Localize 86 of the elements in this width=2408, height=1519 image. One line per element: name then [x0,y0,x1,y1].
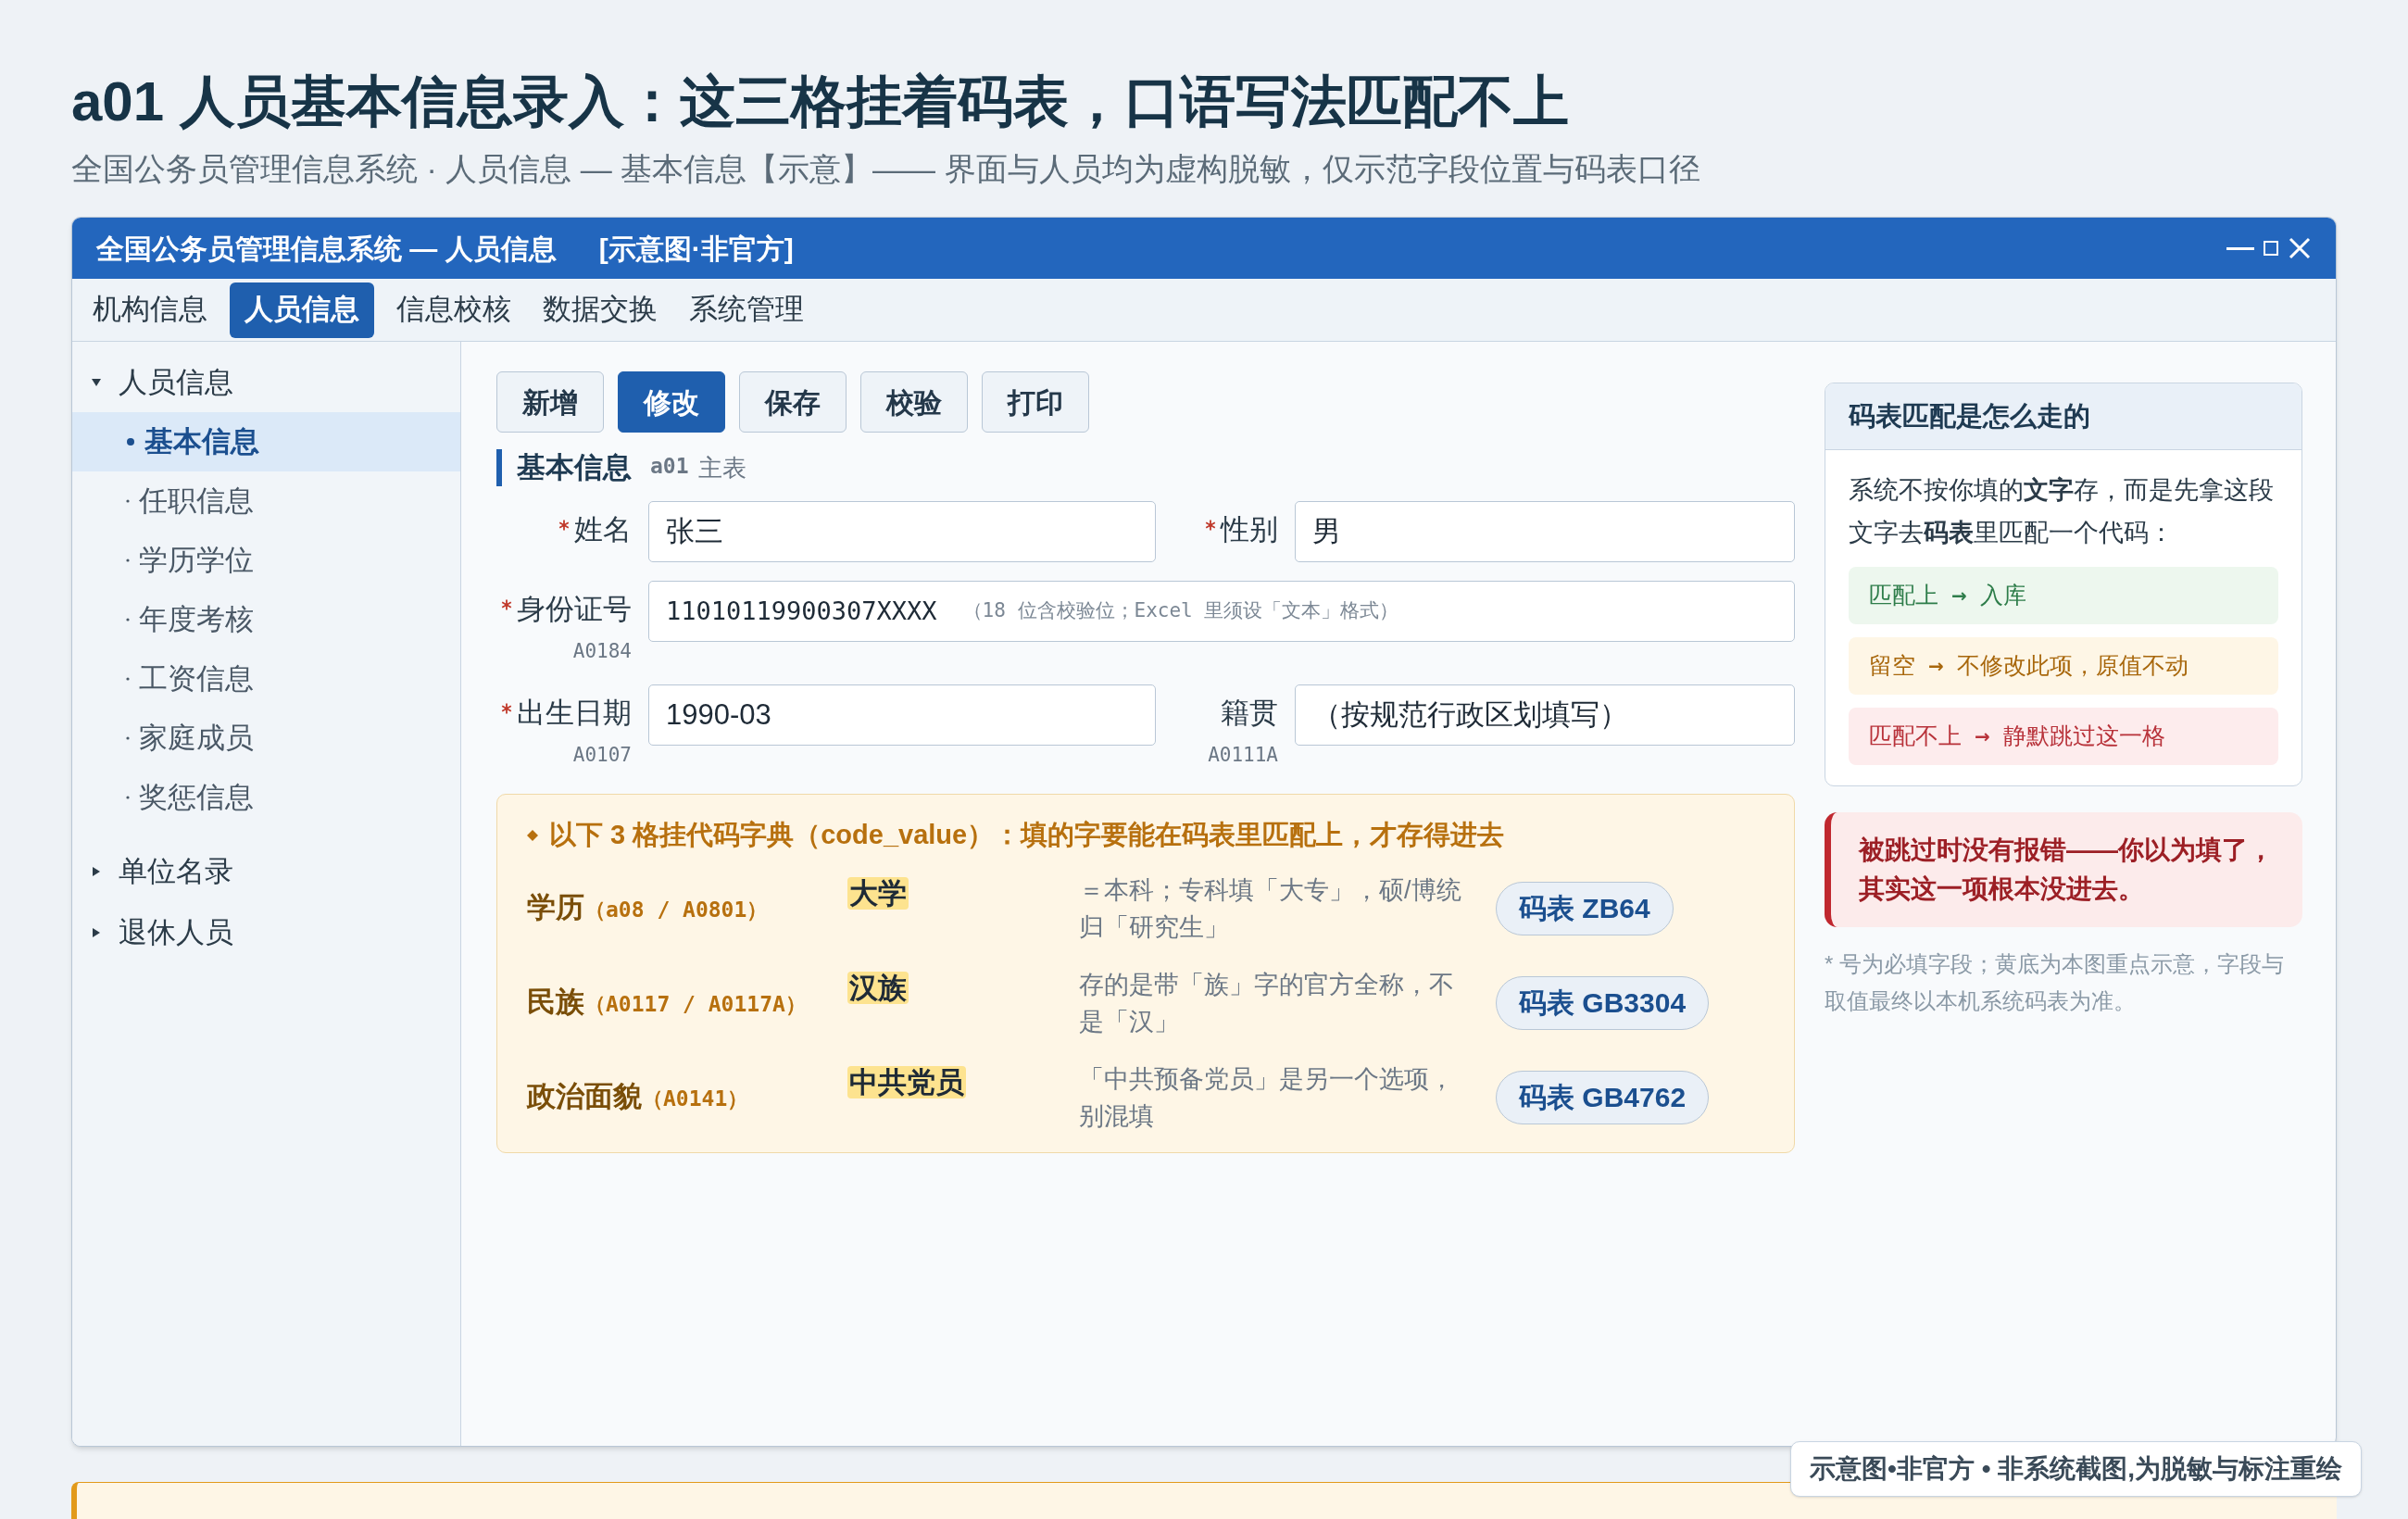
bullet-icon [126,677,130,682]
toolbar-button[interactable]: 打印 [982,371,1089,433]
code-field-id: （A0141） [642,1086,749,1113]
card-title: 码表匹配是怎么走的 [1849,399,2090,433]
code-table-tag: 码表 ZB64 [1496,881,1674,935]
nav-tab[interactable]: 人员信息 [230,282,374,338]
field-label: 籍贯 [1221,696,1278,732]
field-hint: （18 位含校验位；Excel 里须设「文本」格式） [962,598,1399,624]
input-field[interactable]: 张三 [648,501,1156,563]
code-field-label: 学历 [527,890,584,926]
bullet-icon [126,796,130,800]
close-icon[interactable] [2288,236,2312,261]
bullet-icon [126,499,130,504]
field-code: A0184 [572,638,632,664]
toolbar-button[interactable]: 校验 [860,371,968,433]
page-subtitle: 全国公务员管理信息系统 · 人员信息 — 基本信息【示意】—— 界面与人员均为虚构脱敏，仅示范字段位置与码表口径 [71,150,1701,188]
field-code: A0111A [1208,742,1278,768]
flow-result: 入库 [1979,582,2026,610]
tree-label: 退休人员 [119,914,233,950]
code-value: 中共党员 [847,1065,966,1098]
collapsed-caret-icon[interactable] [91,927,102,939]
field-label: 性别 [1221,512,1278,548]
flow-source: 留空 [1869,652,1915,681]
section-note: 主表 [697,453,746,483]
code-note: ＝本科；专科填「大专」，硕/博统归「研究生」 [1079,874,1462,943]
nav-tab[interactable]: 信息校核 [387,282,520,338]
bullet-icon [126,559,130,563]
arrow-icon: → [1928,652,1944,681]
code-note: 存的是带「族」字的官方全称，不是「汉」 [1079,969,1455,1037]
diamond-icon [527,829,538,841]
tree-group[interactable]: 退休人员 [72,903,460,963]
footnote: * 号为必填字段；黄底为本图重点示意，字段与取值最终以本机系统码表为准。 [1825,950,2285,1016]
tree-label: 单位名录 [119,853,233,889]
field-label: 姓名 [574,512,632,548]
field-code: A0107 [572,742,632,768]
tree-label: 人员信息 [119,364,233,400]
toolbar-button[interactable]: 新增 [496,371,604,433]
code-table-tag: 码表 GB3304 [1496,975,1710,1030]
sidebar-item[interactable]: 基本信息 [72,412,460,472]
field-label: 出生日期 [517,696,632,732]
arrow-icon: → [1951,582,1967,610]
arrow-icon: → [1975,722,1990,751]
code-field-id: （A0117 / A0117A） [584,991,807,1019]
bullet-icon [126,437,135,447]
flow-source: 匹配不上 [1869,722,1962,751]
sidebar-item[interactable]: 学历学位 [72,531,460,591]
input-field[interactable]: （按规范行政区划填写） [1295,684,1795,747]
input-field[interactable]: 11010119900307XXXX （18 位含校验位；Excel 里须设「文本」格式） [648,581,1795,643]
flow-source: 匹配上 [1869,582,1938,610]
sidebar-item[interactable]: 家庭成员 [72,709,460,769]
code-field-id: （a08 / A0801） [584,897,769,924]
collapsed-caret-icon[interactable] [91,866,102,878]
page-title: a01 人员基本信息录入：这三格挂着码表，口语写法匹配不上 [71,69,1570,134]
toolbar-button[interactable]: 修改 [618,371,725,433]
code-table-tag: 码表 GB4762 [1496,1070,1710,1124]
bullet-icon [126,736,130,741]
tree-group[interactable]: 人员信息 [72,353,460,413]
sidebar-item[interactable]: 工资信息 [72,649,460,709]
window-title: 全国公务员管理信息系统 — 人员信息 [96,232,557,266]
field-label: 身份证号 [517,592,632,628]
maximize-icon[interactable] [2264,241,2278,257]
code-field-label: 政治面貌 [527,1079,642,1115]
input-field[interactable]: 男 [1295,501,1795,563]
flow-result: 静默跳过这一格 [2002,722,2165,751]
code-note: 「中共预备党员」是另一个选项，别混填 [1079,1063,1455,1132]
nav-tab[interactable]: 机构信息 [83,282,217,338]
warning-text: 被跳过时没有报错——你以为填了，其实这一项根本没进去。 [1859,835,2275,906]
section-title: 基本信息 [517,449,632,485]
nav-tab[interactable]: 系统管理 [680,282,813,338]
disclaimer-badge: 示意图•非官方 • 非系统截图,为脱敏与标注重绘 [1790,1441,2362,1497]
nav-tab[interactable]: 数据交换 [533,282,667,338]
card-text: 系统不按你填的文字存，而是先拿这段文字去码表里匹配一个代码： [1849,475,2275,549]
toolbar-button[interactable]: 保存 [739,371,847,433]
tree-group[interactable]: 单位名录 [72,842,460,902]
code-value: 汉族 [847,971,909,1004]
flow-result: 不修改此项，原值不动 [1956,652,2189,681]
code-value: 大学 [847,876,909,910]
sidebar-item[interactable]: 年度考核 [72,590,460,650]
panel-heading: 以下 3 格挂代码字典（code_value）：填的字要能在码表里匹配上，才存得进去 [549,819,1505,852]
sidebar-item[interactable]: 任职信息 [72,471,460,532]
window-tag: [示意图·非官方] [598,227,794,270]
bullet-icon [126,618,130,622]
code-field-label: 民族 [527,985,584,1021]
section-code: a01 [650,452,689,480]
input-field[interactable]: 1990-03 [648,684,1156,747]
sidebar-item[interactable]: 奖惩信息 [72,768,460,828]
